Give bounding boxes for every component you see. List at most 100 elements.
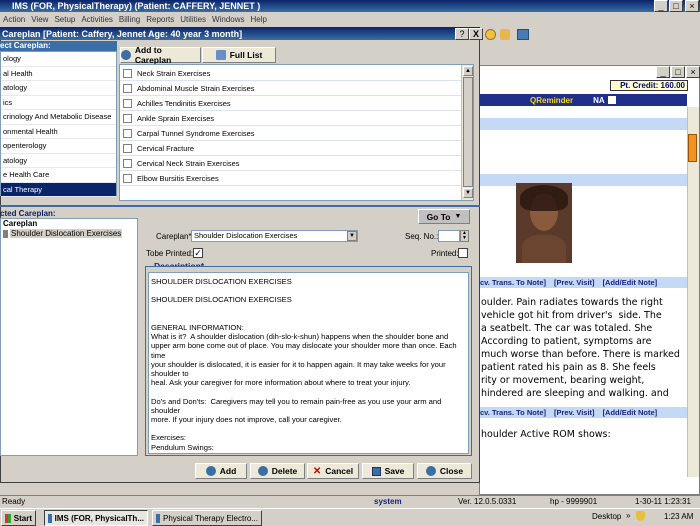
cancel-button[interactable]: ✕ Cancel xyxy=(307,463,359,479)
careplan-item[interactable]: Elbow Bursitis Exercises xyxy=(120,171,473,186)
careplan-checkbox[interactable] xyxy=(123,113,132,123)
category-item[interactable]: crinology And Metabolic Disease xyxy=(1,110,116,125)
na-checkbox[interactable] xyxy=(607,96,616,104)
careplan-checkbox[interactable] xyxy=(123,158,132,168)
tobe-printed-checkbox[interactable]: ✓ xyxy=(193,248,203,258)
printed-checkbox[interactable] xyxy=(458,248,468,258)
dialog-divider xyxy=(0,205,480,207)
dialog-help-button[interactable]: ? xyxy=(455,28,469,40)
category-item[interactable]: al Health xyxy=(1,67,116,81)
menu-utilities[interactable]: Utilities xyxy=(180,15,206,24)
taskbar-item-pt-label: Physical Therapy Electro... xyxy=(162,513,258,523)
menu-activities[interactable]: Activities xyxy=(81,15,113,24)
careplan-checkbox[interactable] xyxy=(123,98,132,108)
careplan-item-label: Neck Strain Exercises xyxy=(137,68,211,78)
add-to-careplan-button[interactable]: Add to Careplan xyxy=(120,45,201,65)
na-label: NA xyxy=(593,95,605,105)
refresh-icon[interactable] xyxy=(485,29,496,40)
save-button[interactable]: Save xyxy=(362,463,414,479)
taskbar-item-ims[interactable]: IMS (FOR, PhysicalTh... xyxy=(44,510,148,526)
dialog-close-button[interactable]: X xyxy=(469,28,483,40)
careplan-checkbox[interactable] xyxy=(123,173,132,183)
lock-icon[interactable] xyxy=(500,29,510,40)
menu-help[interactable]: Help xyxy=(251,15,267,24)
start-button[interactable]: Start xyxy=(1,510,36,526)
menu-windows[interactable]: Windows xyxy=(212,15,244,24)
tree-root[interactable]: Careplan xyxy=(3,219,137,229)
add-label: Add xyxy=(219,466,237,476)
seq-no-input[interactable] xyxy=(438,230,460,242)
menu-billing[interactable]: Billing xyxy=(119,15,140,24)
child-close-button[interactable]: × xyxy=(686,66,700,78)
careplan-select[interactable]: Shoulder Dislocation Exercises ▼ xyxy=(191,230,358,242)
menu-reports[interactable]: Reports xyxy=(146,15,174,24)
category-item[interactable]: onmental Health xyxy=(1,125,116,139)
add-button[interactable]: Add xyxy=(195,463,247,479)
go-to-button[interactable]: Go To ▼ xyxy=(418,209,470,224)
careplan-item[interactable]: Neck Strain Exercises xyxy=(120,66,473,81)
right-header-band-2 xyxy=(480,174,687,186)
trans-to-note-link[interactable]: cv. Trans. To Note] xyxy=(480,278,546,287)
careplan-item[interactable]: Carpal Tunnel Syndrome Exercises xyxy=(120,126,473,141)
careplan-checkbox[interactable] xyxy=(123,128,132,138)
add-edit-note-link[interactable]: [Add/Edit Note] xyxy=(603,278,658,287)
taskbar-item-pt[interactable]: Physical Therapy Electro... xyxy=(152,510,262,526)
add-edit-note-link-2[interactable]: [Add/Edit Note] xyxy=(603,408,658,417)
desktop-label[interactable]: Desktop xyxy=(592,512,621,521)
careplan-item[interactable]: Cervical Neck Strain Exercises xyxy=(120,156,473,171)
careplan-checkbox[interactable] xyxy=(123,83,132,93)
main-minimize-button[interactable]: _ xyxy=(654,0,668,12)
menu-view[interactable]: View xyxy=(31,15,48,24)
careplan-checkbox[interactable] xyxy=(123,68,132,78)
scroll-orange-icon[interactable] xyxy=(688,134,697,162)
selected-careplan-tree: Careplan Shoulder Dislocation Exercises xyxy=(0,218,138,456)
category-item-selected[interactable]: cal Therapy xyxy=(1,182,116,197)
child-minimize-button[interactable]: _ xyxy=(656,66,670,78)
category-item[interactable]: ics xyxy=(1,96,116,110)
careplan-item[interactable]: Cervical Fracture xyxy=(120,141,473,156)
careplan-checkbox[interactable] xyxy=(123,143,132,153)
status-bar: Ready system Ver. 12.0.5.0331 hp - 99999… xyxy=(0,495,700,506)
delete-button[interactable]: Delete xyxy=(250,463,305,479)
scroll-up-arrow[interactable]: ▲ xyxy=(463,66,473,76)
note-link-bar-2: cv. Trans. To Note] [Prev. Visit] [Add/E… xyxy=(480,407,687,418)
desktop-chevron-icon[interactable]: » xyxy=(626,511,630,520)
right-scrollbar[interactable] xyxy=(687,107,699,477)
category-item[interactable]: ology xyxy=(1,52,116,67)
main-title: IMS (FOR, PhysicalTherapy) (Patient: CAF… xyxy=(12,1,261,11)
main-maximize-button[interactable]: □ xyxy=(669,0,683,12)
close-button[interactable]: Close xyxy=(417,463,472,479)
seq-no-spinner[interactable]: ▲ ▼ xyxy=(460,230,469,242)
category-item[interactable]: atology xyxy=(1,154,116,168)
main-close-button[interactable]: × xyxy=(685,0,699,12)
category-item[interactable]: openterology xyxy=(1,139,116,154)
status-host: hp - 9999901 xyxy=(550,496,598,506)
prev-visit-link-2[interactable]: [Prev. Visit] xyxy=(554,408,595,417)
tree-expand-icon[interactable] xyxy=(3,229,8,238)
scroll-thumb[interactable] xyxy=(463,77,473,187)
delete-label: Delete xyxy=(271,466,298,476)
category-item[interactable]: atology xyxy=(1,81,116,96)
careplan-item[interactable]: Ankle Sprain Exercises xyxy=(120,111,473,126)
careplan-item[interactable]: Abdominal Muscle Strain Exercises xyxy=(120,81,473,96)
child-maximize-button[interactable]: □ xyxy=(671,66,685,78)
tree-item[interactable]: Shoulder Dislocation Exercises xyxy=(3,229,137,238)
careplan-item[interactable]: Achilles Tendinitis Exercises xyxy=(120,96,473,111)
exit-icon[interactable] xyxy=(517,29,529,40)
menu-action[interactable]: Action xyxy=(3,15,25,24)
category-item[interactable]: e Health Care xyxy=(1,168,116,183)
trans-to-note-link-2[interactable]: cv. Trans. To Note] xyxy=(480,408,546,417)
chevron-down-icon[interactable]: ▼ xyxy=(347,231,357,241)
qreminder-label[interactable]: QReminder xyxy=(530,96,573,105)
prev-visit-link[interactable]: [Prev. Visit] xyxy=(554,278,595,287)
patient-photo xyxy=(516,183,572,263)
description-text: SHOULDER DISLOCATION EXERCISES SHOULDER … xyxy=(151,277,457,452)
description-textarea[interactable]: SHOULDER DISLOCATION EXERCISES SHOULDER … xyxy=(148,272,469,454)
selected-careplan-header: cted Careplan: xyxy=(0,209,138,218)
status-version: Ver. 12.0.5.0331 xyxy=(458,496,517,506)
scroll-down-arrow[interactable]: ▼ xyxy=(463,188,473,198)
full-list-button[interactable]: Full List xyxy=(202,47,276,63)
menu-setup[interactable]: Setup xyxy=(54,15,75,24)
start-label: Start xyxy=(13,513,32,523)
careplan-list-scrollbar[interactable]: ▲ ▼ xyxy=(461,65,473,200)
